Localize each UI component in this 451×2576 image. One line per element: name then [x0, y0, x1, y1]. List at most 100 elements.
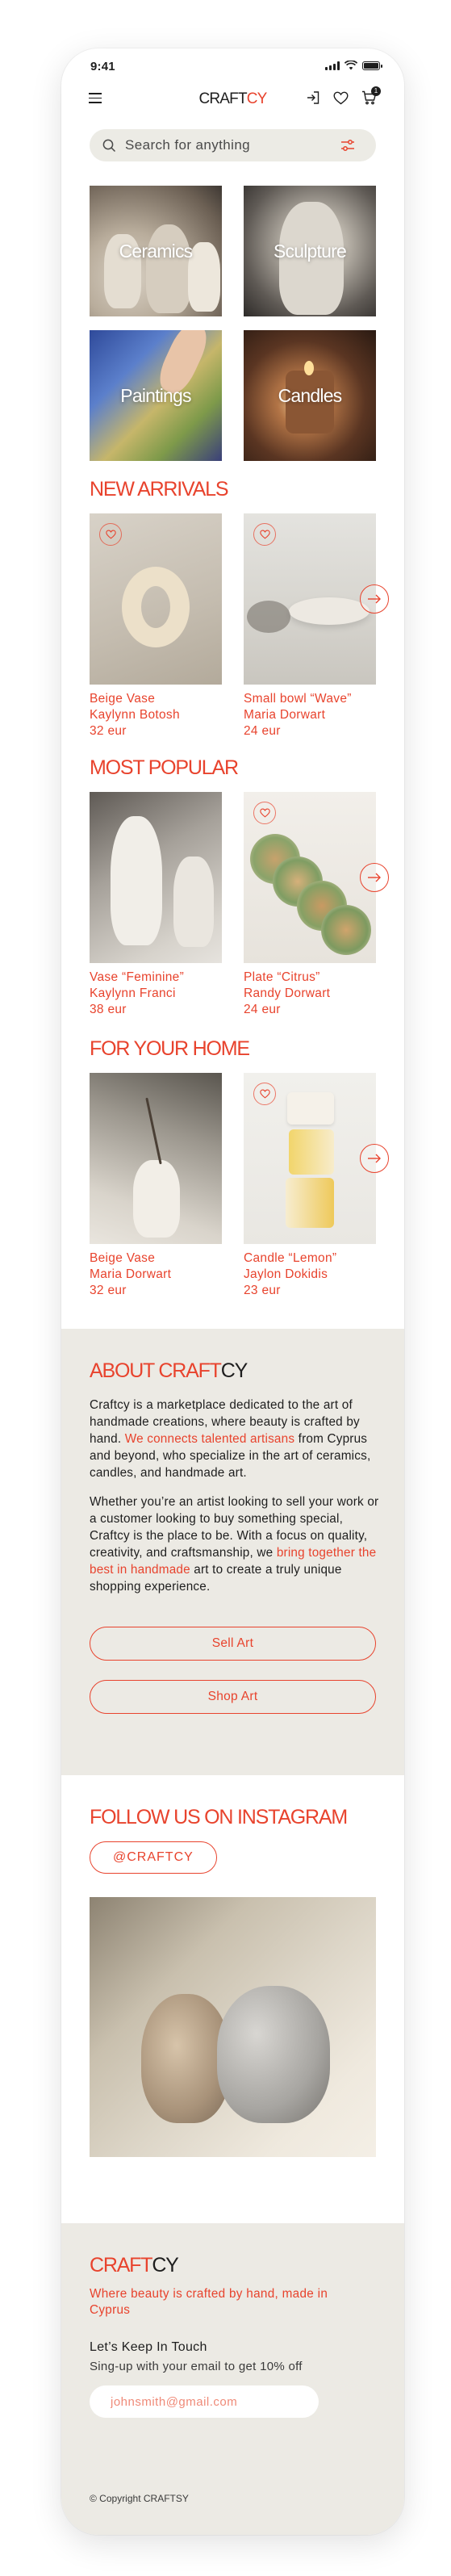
product-artist: Kaylynn Botosh [90, 708, 180, 722]
instagram-handle-button[interactable]: @CRAFTCY [90, 1841, 217, 1874]
footer-tagline: Where beauty is crafted by hand, made in… [90, 2287, 328, 2317]
product-card[interactable]: Beige Vase Kaylynn Botosh 32 eur [90, 513, 222, 739]
next-arrow-button[interactable] [360, 584, 389, 614]
arrow-right-icon [368, 1154, 381, 1163]
heart-icon [105, 530, 116, 539]
next-arrow-button[interactable] [360, 863, 389, 892]
candle-block-shape [289, 1129, 334, 1175]
footer-logo-part2: CY [152, 2254, 179, 2277]
product-price: 23 eur [244, 1284, 281, 1297]
signup-text: Sing-up with your email to get 10% off [90, 2360, 303, 2373]
product-card[interactable]: Vase “Feminine” Kaylynn Franci 38 eur [90, 792, 222, 1018]
copyright: © Copyright CRAFTSY [90, 2493, 189, 2504]
search-icon [102, 139, 116, 153]
about-title-part1: ABOUT CRAFT [90, 1359, 222, 1382]
heart-icon[interactable] [333, 91, 349, 105]
flowers-shape [247, 601, 290, 633]
candle-block-shape [286, 1178, 334, 1228]
search-input[interactable] [125, 129, 319, 161]
product-card[interactable]: Small bowl “Wave” Maria Dorwart 24 eur [244, 513, 376, 739]
product-artist: Maria Dorwart [90, 1267, 172, 1281]
sell-art-button[interactable]: Sell Art [90, 1627, 376, 1661]
about-paragraph-1: Craftcy is a marketplace dedicated to th… [90, 1397, 382, 1481]
product-name: Plate “Citrus” [244, 970, 320, 984]
favorite-button[interactable] [253, 802, 276, 824]
product-price: 38 eur [90, 1003, 127, 1016]
status-time: 9:41 [90, 60, 115, 73]
candle-block-shape [287, 1092, 334, 1125]
vase-shape [133, 1160, 180, 1238]
plate-shape [321, 905, 371, 955]
heart-icon [259, 808, 270, 818]
product-price: 24 eur [244, 1003, 281, 1016]
product-name: Candle “Lemon” [244, 1251, 337, 1265]
footer-logo[interactable]: CRAFTCY [90, 2254, 179, 2277]
arrow-right-icon [368, 873, 381, 882]
cart-count-badge: 1 [371, 86, 381, 96]
battery-icon [362, 61, 382, 70]
about-title-part2: CY [220, 1359, 248, 1382]
product-image [244, 792, 376, 963]
product-artist: Kaylynn Franci [90, 986, 176, 1000]
category-sculpture[interactable]: Sculpture [244, 186, 376, 316]
flame-shape [304, 361, 314, 375]
product-card[interactable]: Beige Vase Maria Dorwart 32 eur [90, 1073, 222, 1299]
favorite-button[interactable] [253, 523, 276, 546]
login-icon[interactable] [306, 90, 320, 105]
vase-shape [173, 857, 214, 947]
product-image [90, 1073, 222, 1244]
logo-part-craft: CRAFT [198, 90, 247, 107]
bowl-shape [289, 597, 370, 625]
category-ceramics[interactable]: Ceramics [90, 186, 222, 316]
vase-shape [111, 816, 162, 945]
vase-shape [146, 224, 191, 313]
search-bar[interactable] [90, 129, 376, 161]
vase-shape [217, 1986, 330, 2123]
status-bar: 9:41 [61, 48, 404, 77]
heart-icon [259, 1089, 270, 1099]
app-header: CRAFTCY 1 [61, 86, 404, 113]
keep-in-touch-heading: Let’s Keep In Touch [90, 2340, 207, 2354]
product-card[interactable]: Candle “Lemon” Jaylon Dokidis 23 eur [244, 1073, 376, 1299]
signal-icon [325, 61, 340, 70]
instagram-title: FOLLOW US ON INSTAGRAM [90, 1806, 348, 1828]
shop-art-button[interactable]: Shop Art [90, 1680, 376, 1714]
about-paragraph-2: Whether you’re an artist looking to sell… [90, 1493, 382, 1595]
product-price: 32 eur [90, 1284, 127, 1297]
about-highlight: We connects talented artisans [124, 1432, 295, 1446]
product-image [244, 1073, 376, 1244]
logo-part-cy: CY [246, 90, 268, 107]
favorite-button[interactable] [253, 1083, 276, 1105]
section-title-for-your-home: FOR YOUR HOME [90, 1037, 250, 1060]
cart-button[interactable]: 1 [361, 86, 381, 105]
instagram-photo[interactable] [90, 1897, 376, 2157]
filter-icon[interactable] [340, 139, 355, 152]
email-field[interactable] [90, 2385, 319, 2418]
category-paintings[interactable]: Paintings [90, 330, 222, 461]
favorite-button[interactable] [99, 523, 122, 546]
section-title-new-arrivals: NEW ARRIVALS [90, 478, 228, 501]
product-artist: Randy Dorwart [244, 986, 331, 1000]
product-name: Small bowl “Wave” [244, 692, 352, 706]
product-price: 24 eur [244, 724, 281, 738]
product-image [244, 513, 376, 685]
product-name: Beige Vase [90, 1251, 156, 1265]
about-title: ABOUT CRAFTCY [90, 1359, 248, 1383]
footer-logo-part1: CRAFT [90, 2254, 153, 2277]
section-title-most-popular: MOST POPULAR [90, 756, 239, 779]
footer: CRAFTCY Where beauty is crafted by hand,… [61, 2223, 404, 2535]
category-candles[interactable]: Candles [244, 330, 376, 461]
about-section: ABOUT CRAFTCY Craftcy is a marketplace d… [61, 1329, 404, 1775]
vase-shape [188, 242, 220, 312]
donut-vase-shape [122, 567, 190, 647]
header-actions: 1 [306, 86, 381, 105]
product-card[interactable]: Plate “Citrus” Randy Dorwart 24 eur [244, 792, 376, 1018]
product-name: Beige Vase [90, 692, 156, 706]
phone-frame: 9:41 CRAFTCY 1 Ceramics [61, 48, 404, 2535]
next-arrow-button[interactable] [360, 1144, 389, 1173]
category-label: Paintings [120, 384, 191, 406]
category-label: Candles [278, 384, 343, 406]
product-name: Vase “Feminine” [90, 970, 185, 984]
wifi-icon [345, 61, 357, 70]
branch-shape [145, 1097, 162, 1165]
